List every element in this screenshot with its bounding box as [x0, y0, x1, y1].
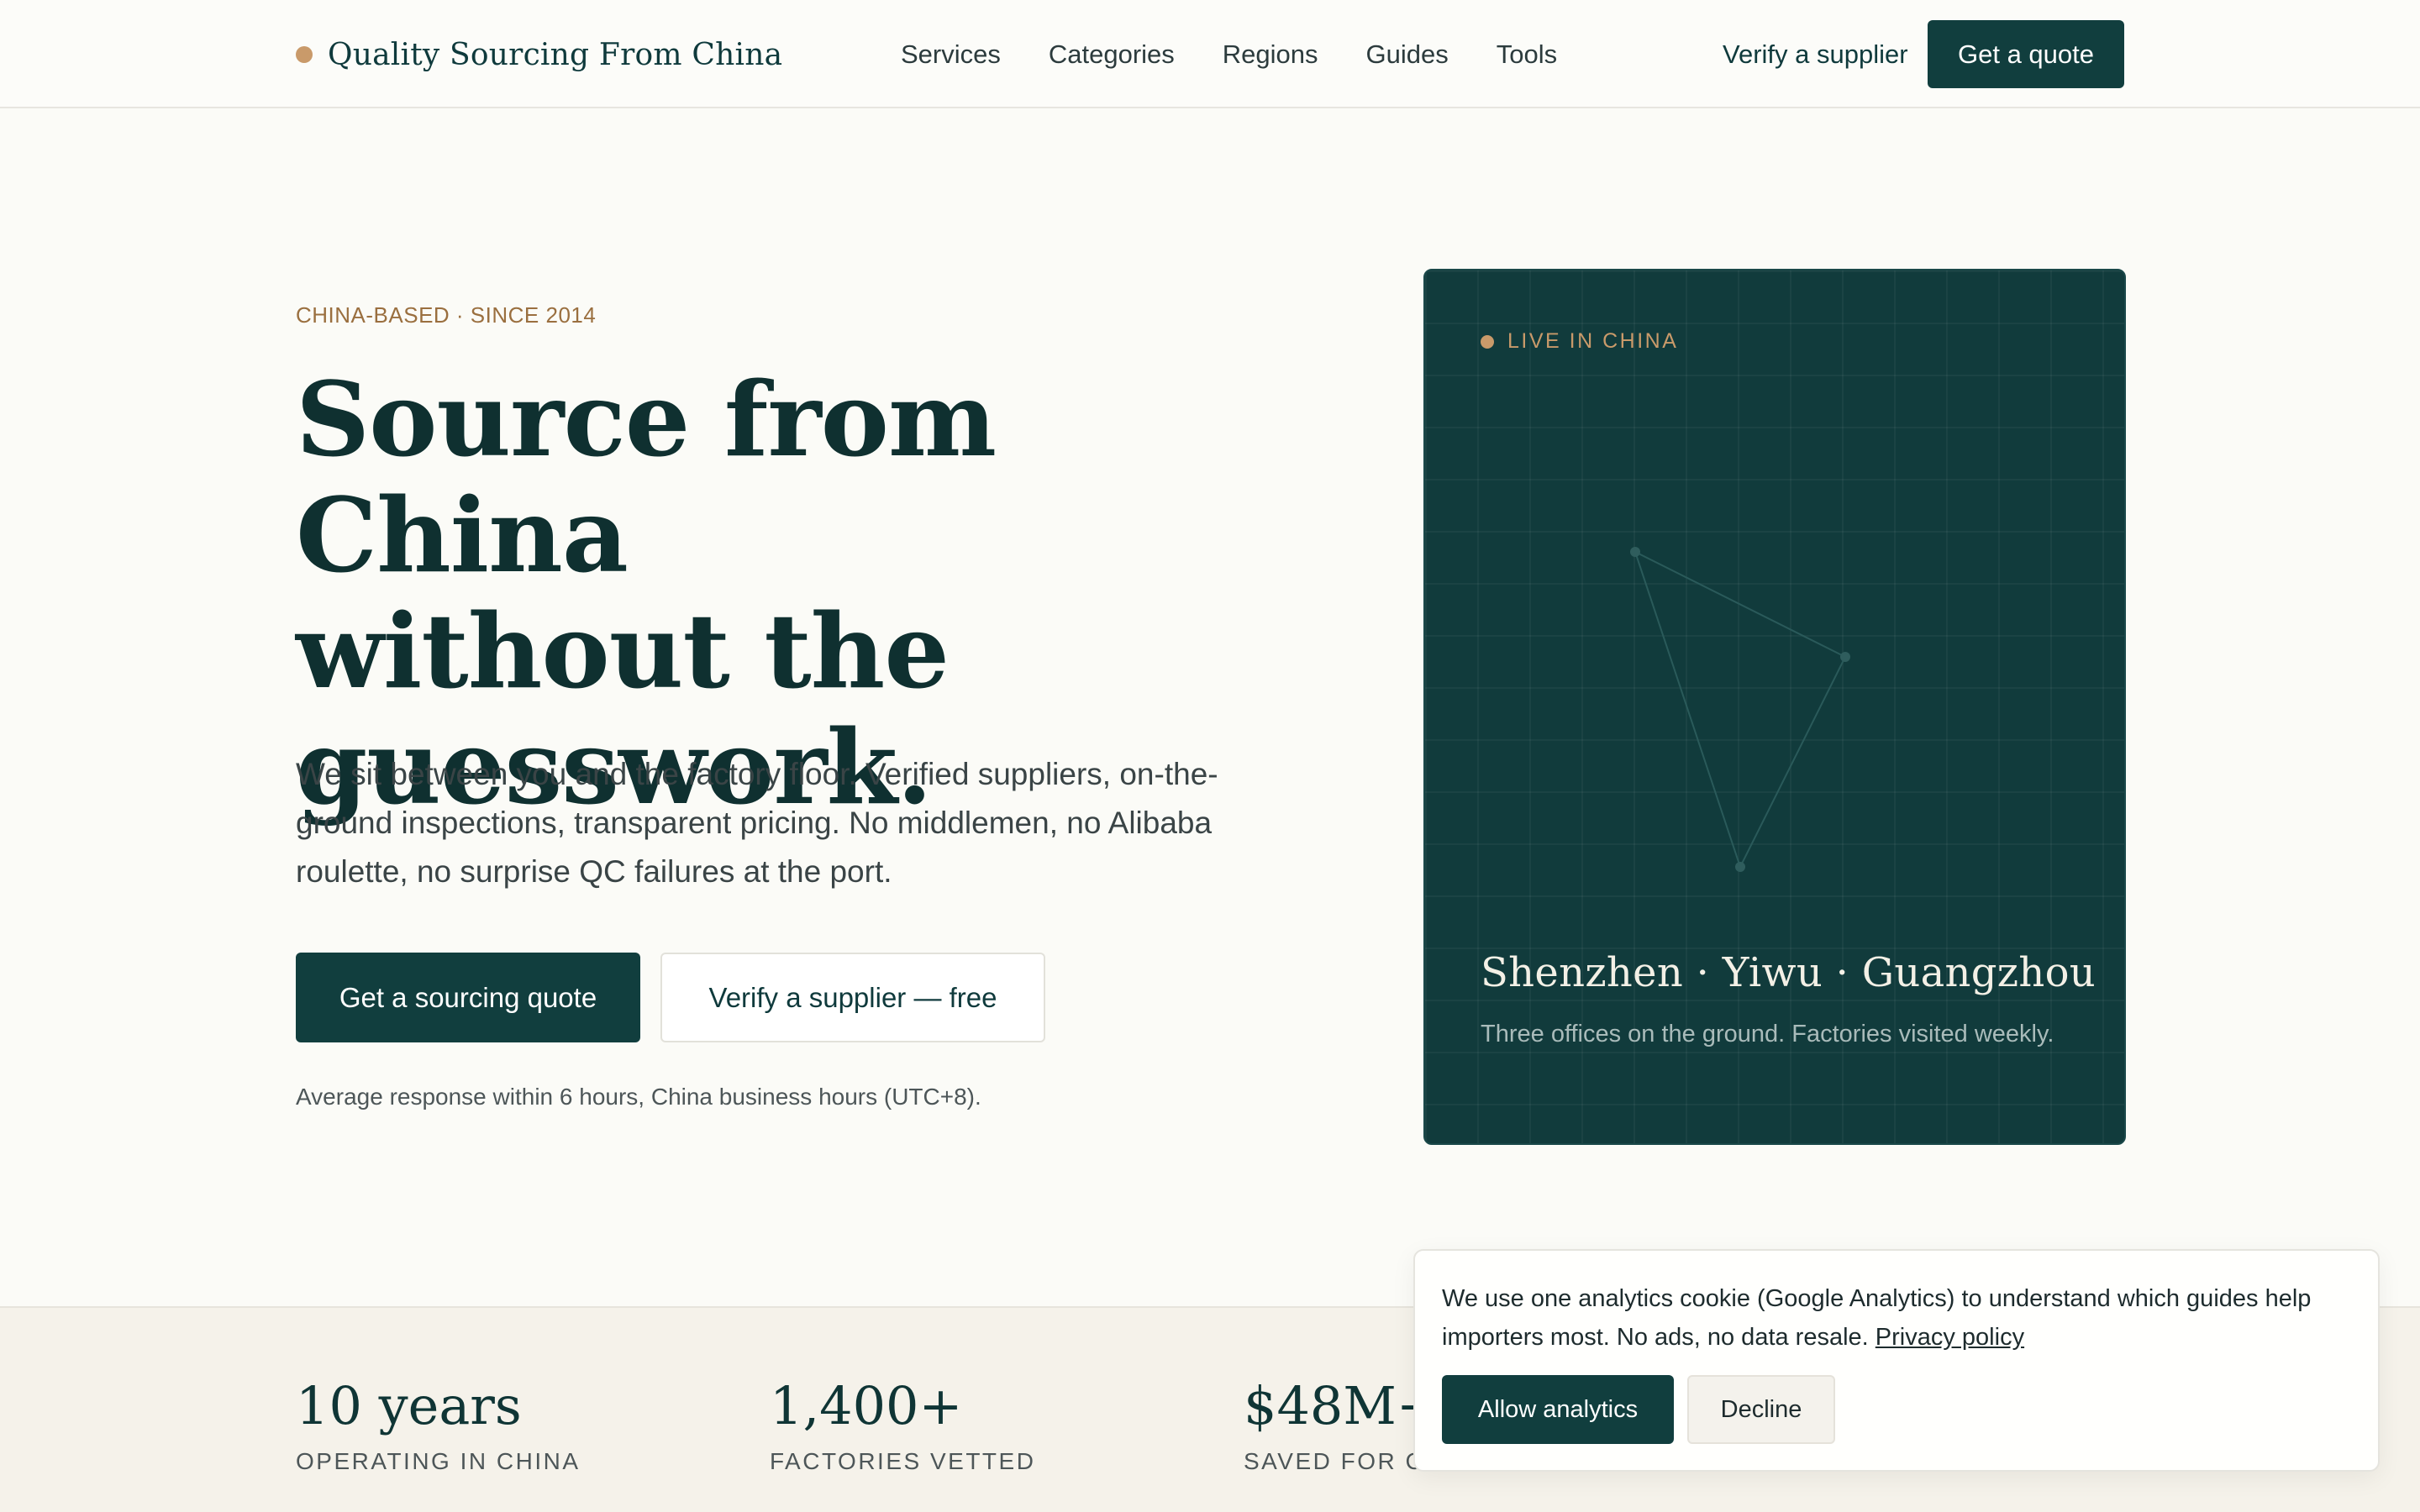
network-node — [1630, 547, 1640, 557]
nav-verify-supplier-link[interactable]: Verify a supplier — [1723, 32, 1908, 77]
live-dot-icon — [1481, 334, 1494, 349]
nav-link-regions[interactable]: Regions — [1223, 39, 1318, 70]
hero-description: We sit between you and the factory floor… — [296, 757, 1218, 889]
office-network-map-icon — [1630, 547, 1850, 872]
stat-item: 1,400+ FACTORIES VETTED — [770, 1375, 1035, 1475]
nav-get-quote-button[interactable]: Get a quote — [1928, 20, 2124, 88]
privacy-policy-link[interactable]: Privacy policy — [1876, 1324, 2024, 1351]
nav-link-tools[interactable]: Tools — [1497, 39, 1557, 70]
response-time-note: Average response within 6 hours, China b… — [296, 1084, 981, 1110]
offices-card-subtitle: Three offices on the ground. Factories v… — [1481, 1021, 2054, 1047]
stat-value: $48M+ — [1244, 1375, 1440, 1436]
offices-card: LIVE IN CHINA Shenzhen · Yiwu · Guangzho… — [1423, 269, 2126, 1145]
network-line — [1634, 551, 1846, 658]
top-navigation: Quality Sourcing From China Services Cat… — [0, 0, 2420, 108]
hero-headline-line-2: without the — [296, 591, 950, 711]
allow-analytics-button[interactable]: Allow analytics — [1442, 1375, 1674, 1444]
stat-item: $48M+ SAVED FOR CL — [1244, 1375, 1440, 1475]
hero-eyebrow: CHINA-BASED · SINCE 2014 — [296, 302, 597, 328]
nav-link-services[interactable]: Services — [901, 39, 1001, 70]
cookie-consent-banner: We use one analytics cookie (Google Anal… — [1413, 1249, 2380, 1472]
brand-name: Quality Sourcing From China — [328, 37, 783, 72]
nav-link-categories[interactable]: Categories — [1049, 39, 1175, 70]
decline-cookies-button[interactable]: Decline — [1687, 1375, 1835, 1444]
stat-value: 10 years — [296, 1375, 522, 1436]
get-sourcing-quote-button[interactable]: Get a sourcing quote — [296, 953, 640, 1042]
stat-label: OPERATING IN CHINA — [296, 1448, 581, 1474]
stat-item: 10 years OPERATING IN CHINA — [296, 1375, 581, 1475]
offices-card-title: Shenzhen · Yiwu · Guangzhou — [1481, 949, 2096, 996]
verify-supplier-button[interactable]: Verify a supplier — free — [660, 953, 1045, 1042]
nav-link-guides[interactable]: Guides — [1366, 39, 1449, 70]
brand-dot-icon — [296, 46, 313, 63]
brand-logo[interactable]: Quality Sourcing From China — [296, 32, 782, 77]
cookie-message: We use one analytics cookie (Google Anal… — [1442, 1279, 2358, 1357]
network-node — [1840, 652, 1850, 662]
network-line — [1634, 551, 1741, 868]
stat-value: 1,400+ — [770, 1375, 963, 1436]
network-line — [1739, 656, 1846, 868]
live-in-china-tag: LIVE IN CHINA — [1481, 329, 1678, 354]
stat-label: SAVED FOR CL — [1244, 1448, 1440, 1474]
nav-links: Services Categories Regions Guides Tools — [901, 32, 1605, 77]
live-tag-label: LIVE IN CHINA — [1507, 329, 1679, 353]
hero-headline-line-1: Source from China — [296, 359, 997, 596]
network-node — [1735, 862, 1745, 872]
stat-label: FACTORIES VETTED — [770, 1448, 1036, 1474]
